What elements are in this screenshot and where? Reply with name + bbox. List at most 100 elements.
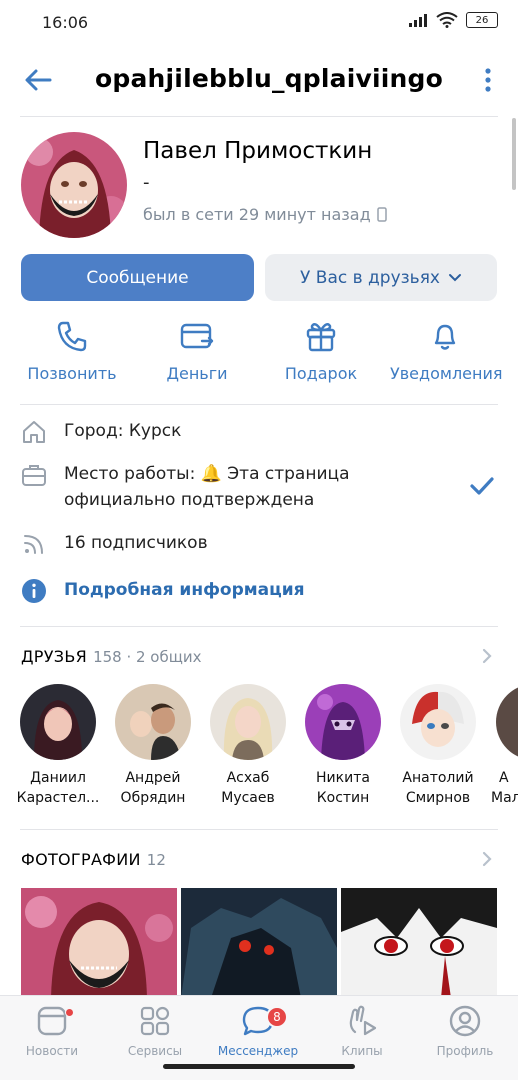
gift-icon	[306, 323, 336, 352]
friend-avatar	[210, 684, 286, 760]
message-button[interactable]: Сообщение	[21, 254, 254, 301]
work-text-line1: Место работы: 🔔 Эта страница	[64, 464, 350, 484]
mobile-phone-icon	[376, 207, 387, 222]
friend-last-name: Обрядин	[120, 790, 186, 806]
call-action[interactable]: Позвонить	[17, 318, 127, 383]
friend-last-name: Карастел...	[16, 790, 100, 806]
clips-icon	[349, 1005, 377, 1036]
photos-header[interactable]: ФОТОГРАФИИ 12	[21, 850, 166, 869]
call-action-label: Позвонить	[27, 364, 117, 383]
header: opahjilebblu_qplaiviingo	[0, 50, 518, 110]
photo-thumbnail[interactable]	[181, 888, 337, 998]
friend-last-name: Костин	[316, 790, 370, 806]
tab-clips[interactable]: Клипы	[312, 1004, 412, 1058]
friends-button-label: У Вас в друзьях	[300, 267, 440, 288]
chevron-right-icon[interactable]	[480, 849, 494, 869]
friend-item[interactable]: Анатолий Смирнов	[393, 684, 483, 808]
friend-avatar	[305, 684, 381, 760]
money-action[interactable]: Деньги	[142, 318, 252, 383]
friend-first-name: А	[499, 770, 509, 786]
profile-name: Павел Примосткин	[143, 138, 373, 164]
chevron-right-icon[interactable]	[480, 646, 494, 666]
phone-icon	[57, 321, 87, 352]
status-icons: 26	[408, 12, 498, 28]
signal-icon	[409, 14, 427, 27]
work-row: Место работы: 🔔 Эта страница официально …	[20, 461, 350, 513]
battery-level: 26	[475, 14, 489, 26]
friend-item[interactable]: Андрей Обрядин	[108, 684, 198, 808]
friend-first-name: Анатолий	[402, 770, 474, 786]
photos-count: 12	[146, 851, 166, 869]
avatar[interactable]	[21, 132, 127, 238]
followers-text: 16 подписчиков	[64, 533, 208, 553]
tab-profile-label: Профиль	[436, 1044, 494, 1058]
city-text: Город: Курск	[64, 421, 182, 441]
friends-count: 158 · 2 общих	[93, 648, 202, 666]
work-text-line2: официально подтверждена	[64, 490, 315, 510]
services-grid-icon	[140, 1006, 170, 1036]
notifications-action-label: Уведомления	[390, 364, 503, 383]
back-arrow-icon[interactable]	[22, 64, 54, 96]
city-row: Город: Курск	[20, 418, 181, 446]
tab-news[interactable]: Новости	[2, 1004, 102, 1058]
online-status: был в сети 29 минут назад	[143, 205, 387, 224]
friend-first-name: Асхаб	[226, 770, 270, 786]
verified-check-icon	[470, 477, 494, 495]
notifications-action[interactable]: Уведомления	[390, 318, 503, 383]
friend-avatar	[496, 684, 518, 760]
gift-action[interactable]: Подарок	[266, 318, 376, 383]
friend-first-name: Никита	[316, 770, 370, 786]
online-status-text: был в сети 29 минут назад	[143, 205, 371, 224]
tab-services[interactable]: Сервисы	[105, 1004, 205, 1058]
friend-item[interactable]: А Мал	[488, 684, 518, 808]
money-action-label: Деньги	[166, 364, 228, 383]
scrollbar[interactable]	[512, 118, 516, 190]
home-icon	[23, 421, 45, 443]
friends-title: ДРУЗЬЯ	[21, 647, 88, 666]
wifi-icon	[436, 12, 458, 28]
news-notification-dot	[65, 1008, 74, 1017]
tab-messenger-label: Мессенджер	[217, 1044, 299, 1058]
friend-avatar	[400, 684, 476, 760]
tab-news-label: Новости	[25, 1044, 79, 1058]
actions-divider	[20, 404, 498, 405]
friend-first-name: Андрей	[125, 770, 181, 786]
friend-avatar	[20, 684, 96, 760]
friends-status-button[interactable]: У Вас в друзьях	[265, 254, 497, 301]
followers-row[interactable]: 16 подписчиков	[20, 530, 208, 558]
tab-messenger[interactable]: 8 Мессенджер	[208, 1004, 308, 1058]
profile-icon	[449, 1005, 481, 1037]
friends-header[interactable]: ДРУЗЬЯ 158 · 2 общих	[21, 647, 202, 666]
rss-icon	[24, 535, 43, 554]
friend-item[interactable]: Даниил Карастел...	[13, 684, 103, 808]
friend-first-name: Даниил	[30, 770, 86, 786]
photo-thumbnail[interactable]	[21, 888, 177, 998]
photos-title: ФОТОГРАФИИ	[21, 850, 141, 869]
status-time: 16:06	[42, 13, 89, 32]
friend-avatar	[115, 684, 191, 760]
message-button-label: Сообщение	[86, 267, 189, 288]
more-info-link: Подробная информация	[64, 580, 305, 600]
money-icon	[180, 323, 214, 349]
chevron-down-icon	[448, 273, 461, 281]
more-info-row[interactable]: Подробная информация	[20, 577, 305, 605]
friend-item[interactable]: Никита Костин	[298, 684, 388, 808]
more-vertical-icon[interactable]	[478, 66, 498, 94]
tab-profile[interactable]: Профиль	[415, 1004, 515, 1058]
tab-clips-label: Клипы	[341, 1044, 383, 1058]
battery-icon: 26	[466, 12, 498, 28]
briefcase-icon	[22, 465, 46, 486]
photo-thumbnail[interactable]	[341, 888, 497, 998]
gift-action-label: Подарок	[284, 364, 358, 383]
friend-last-name: Мусаев	[221, 790, 275, 806]
friends-divider	[20, 829, 498, 830]
info-icon	[22, 579, 46, 603]
news-icon	[37, 1006, 67, 1036]
friend-last-name: Смирнов	[405, 790, 471, 806]
header-divider	[20, 116, 498, 117]
home-indicator[interactable]	[163, 1064, 355, 1069]
messenger-unread-badge: 8	[266, 1006, 288, 1028]
friend-item[interactable]: Асхаб Мусаев	[203, 684, 293, 808]
tab-services-label: Сервисы	[127, 1044, 183, 1058]
friend-last-name: Мал	[491, 790, 518, 806]
